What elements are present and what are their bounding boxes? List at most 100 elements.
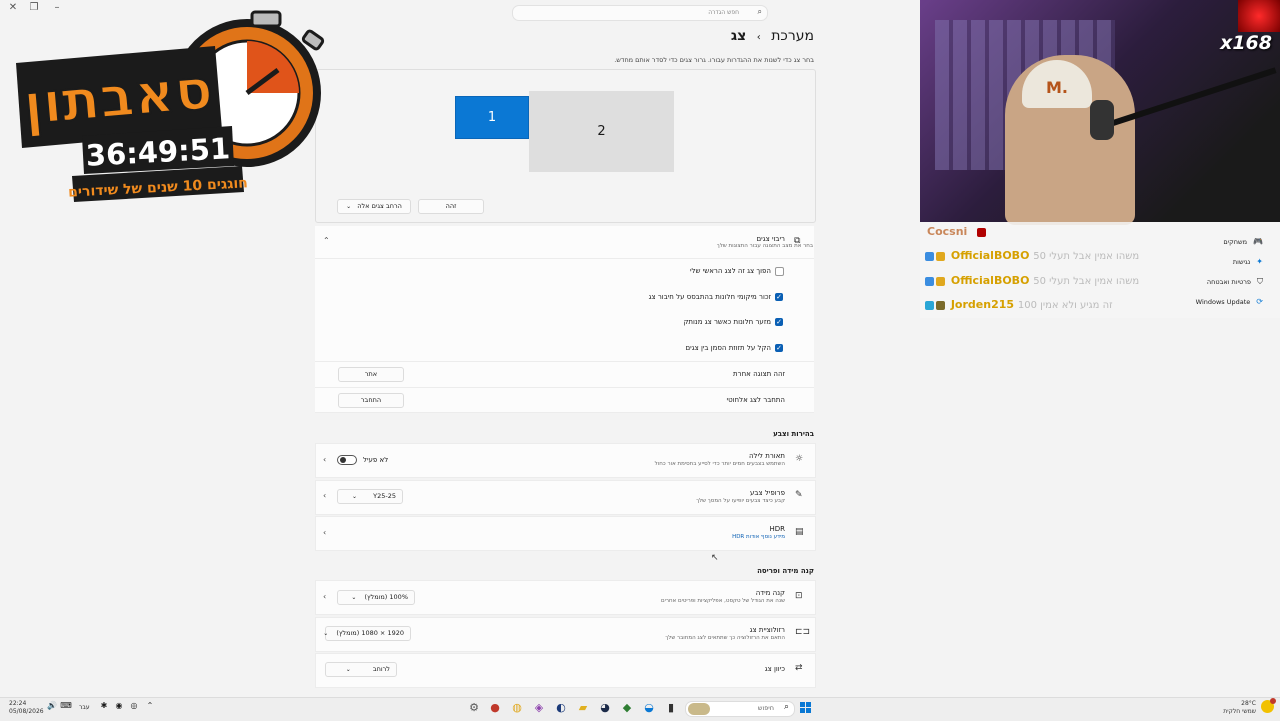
monitor-2[interactable]: 2 <box>529 91 674 172</box>
steam-icon[interactable]: ◕ <box>597 701 613 714</box>
chat-message: Cocsni <box>927 225 988 238</box>
stopwatch-button <box>301 29 325 51</box>
crown-icon <box>936 251 945 261</box>
pen-icon: ✎ <box>795 490 803 500</box>
nav-item-windows-update[interactable]: ⟳ Windows Update <box>1196 297 1263 306</box>
option-label-3: הקל על תזוזת הסמן בין צגים <box>685 344 771 352</box>
color-profile-value: Y25-25 <box>373 492 396 500</box>
app-icon[interactable]: ◐ <box>553 701 569 714</box>
tray-app-icon[interactable]: ◎ <box>126 701 142 710</box>
chevron-down-icon: ⌄ <box>352 493 358 500</box>
orientation-title: כיוון צג <box>764 665 785 673</box>
app-icon[interactable]: ● <box>487 701 503 714</box>
chevron-up-icon[interactable]: ⌃ <box>323 236 330 245</box>
show-hidden-icons[interactable]: ⌃ <box>142 701 158 710</box>
notification-badge <box>1270 698 1276 704</box>
divider <box>315 387 814 388</box>
taskbar <box>0 697 1280 721</box>
page-title: צג <box>730 28 747 44</box>
bluetooth-icon[interactable]: ✱ <box>96 701 112 710</box>
chevron-right-icon[interactable]: ‹ <box>323 491 326 500</box>
chrome-icon[interactable]: ◍ <box>509 701 525 714</box>
color-profile-dropdown[interactable]: Y25-25 ⌄ <box>337 489 403 504</box>
weather-temp: 28°C <box>1241 700 1256 707</box>
weather-desc: שמשי חלקית <box>1223 708 1256 715</box>
hdr-icon: ▤ <box>795 527 804 537</box>
divider <box>315 361 814 362</box>
settings-icon[interactable]: ⚙ <box>466 701 482 714</box>
crown-icon <box>936 276 945 286</box>
nav-item-gaming[interactable]: 🎮 משחקים <box>1223 237 1263 246</box>
option-checkbox-1[interactable]: ✓ <box>775 293 783 301</box>
option-checkbox-3[interactable]: ✓ <box>775 344 783 352</box>
nav-item-privacy[interactable]: ⛉ פרטיות ואבטחה <box>1207 277 1263 287</box>
network-icon[interactable]: ⌨ <box>58 701 74 710</box>
badge-icon <box>925 276 934 286</box>
sub-badge-icon <box>936 300 945 310</box>
night-light-toggle[interactable] <box>337 455 357 465</box>
chevron-right-icon[interactable]: ‹ <box>323 455 326 464</box>
monitor-1[interactable]: 1 <box>455 96 529 139</box>
chat-message: Jorden215 100 זה מגיע ולא אמין <box>925 298 1113 311</box>
resolution-title: רזולוציית צג <box>749 626 785 634</box>
search-highlight-icon <box>688 703 710 715</box>
orientation-dropdown[interactable]: לרוחב ⌄ <box>325 662 397 677</box>
search-placeholder: חפש הגדרה <box>708 9 739 16</box>
scale-dropdown[interactable]: 100% (מומלץ) ⌄ <box>337 590 415 605</box>
option-label-2: מזער חלונות כאשר צג מנותק <box>683 318 771 326</box>
chat-text: 100 זה מגיע ולא אמין <box>1017 300 1113 311</box>
chevron-right-icon[interactable]: ‹ <box>323 528 326 537</box>
resolution-dropdown[interactable]: 1920 × 1080 (מומלץ) ⌄ <box>323 626 411 641</box>
update-icon: ⟳ <box>1256 297 1263 306</box>
scale-title: קנה מידה <box>755 589 785 597</box>
brightness-section-title: בהירות וצבע <box>773 430 814 438</box>
wireless-label: התחבר לצג אלחוטי <box>726 396 785 404</box>
nav-item-accessibility[interactable]: ✦ נגישות <box>1233 257 1263 266</box>
option-checkbox-0[interactable]: ✓ <box>775 267 784 276</box>
stopwatch-crown <box>250 10 282 28</box>
orientation-icon: ⇄ <box>795 663 803 673</box>
extend-displays-dropdown[interactable]: הרחב צגים אלה ⌄ <box>337 199 411 214</box>
night-desc: השתמש בצבעים חמים יותר כדי לסייע בחסימת … <box>654 461 785 467</box>
scale-value: 100% (מומלץ) <box>364 593 408 601</box>
weather-widget[interactable]: 28°C שמשי חלקית <box>1223 700 1256 716</box>
start-button[interactable] <box>800 702 811 713</box>
folder-icon[interactable]: ▰ <box>575 701 591 714</box>
search-input[interactable]: חפש הגדרה ⌕ <box>512 5 768 21</box>
language-indicator[interactable]: עבר <box>79 704 90 711</box>
nav-label: נגישות <box>1232 258 1251 266</box>
scale-icon: ⊡ <box>795 591 803 601</box>
multi-desc: בחר את מצב התצוגה עבור התצוגות שלך <box>716 243 813 249</box>
extend-label: הרחב צגים אלה <box>357 202 402 210</box>
task-view-icon[interactable]: ▮ <box>663 701 679 714</box>
connect-button[interactable]: התחבר <box>338 393 404 408</box>
hdr-title: HDR <box>769 525 785 533</box>
breadcrumb-parent[interactable]: מערכת <box>771 28 814 44</box>
tray-app-icon[interactable]: ◉ <box>111 701 127 710</box>
subathon-overlay: סאבתון 36:49:51 חוגגים 10 שנים של שידורי… <box>16 10 325 202</box>
night-title: תאורת לילה <box>748 452 785 460</box>
nav-label: Windows Update <box>1195 298 1251 306</box>
resolution-icon: ⊏⊐ <box>795 627 811 637</box>
taskbar-search-label: חיפוש <box>757 704 774 712</box>
option-checkbox-2[interactable]: ✓ <box>775 318 783 326</box>
detect-button[interactable]: אתר <box>338 367 404 382</box>
scale-section-title: קנה מידה ופריסה <box>757 567 814 575</box>
edge-icon[interactable]: ◒ <box>641 701 657 714</box>
chevron-down-icon: ⌄ <box>351 594 357 601</box>
chevron-right-icon[interactable]: ‹ <box>323 592 326 601</box>
app-icon[interactable]: ◈ <box>531 701 547 714</box>
red-light <box>1238 0 1280 32</box>
identify-button[interactable]: זהה <box>418 199 484 214</box>
breadcrumb-separator: › <box>756 32 761 43</box>
color-profile-desc: קבע כיצד צבעים יופיעו על המסך שלך <box>696 498 785 504</box>
taskbar-clock[interactable]: 22:24 05/08/2026 <box>9 700 44 716</box>
app-icon[interactable]: ◆ <box>619 701 635 714</box>
hdr-link[interactable]: מידע נוסף אודות HDR <box>732 534 785 540</box>
chat-message: OfficialBOBO 50 משהו אמין אבל תעלי <box>925 274 1139 287</box>
resolution-desc: התאם את הרזולוציה כך שתתאים לצג המחובר ש… <box>665 635 785 641</box>
chevron-down-icon: ⌄ <box>323 630 329 637</box>
chat-text: 50 משהו אמין אבל תעלי <box>1033 251 1140 262</box>
taskbar-search[interactable]: חיפוש ⌕ <box>685 701 795 717</box>
headphones <box>1090 100 1114 140</box>
